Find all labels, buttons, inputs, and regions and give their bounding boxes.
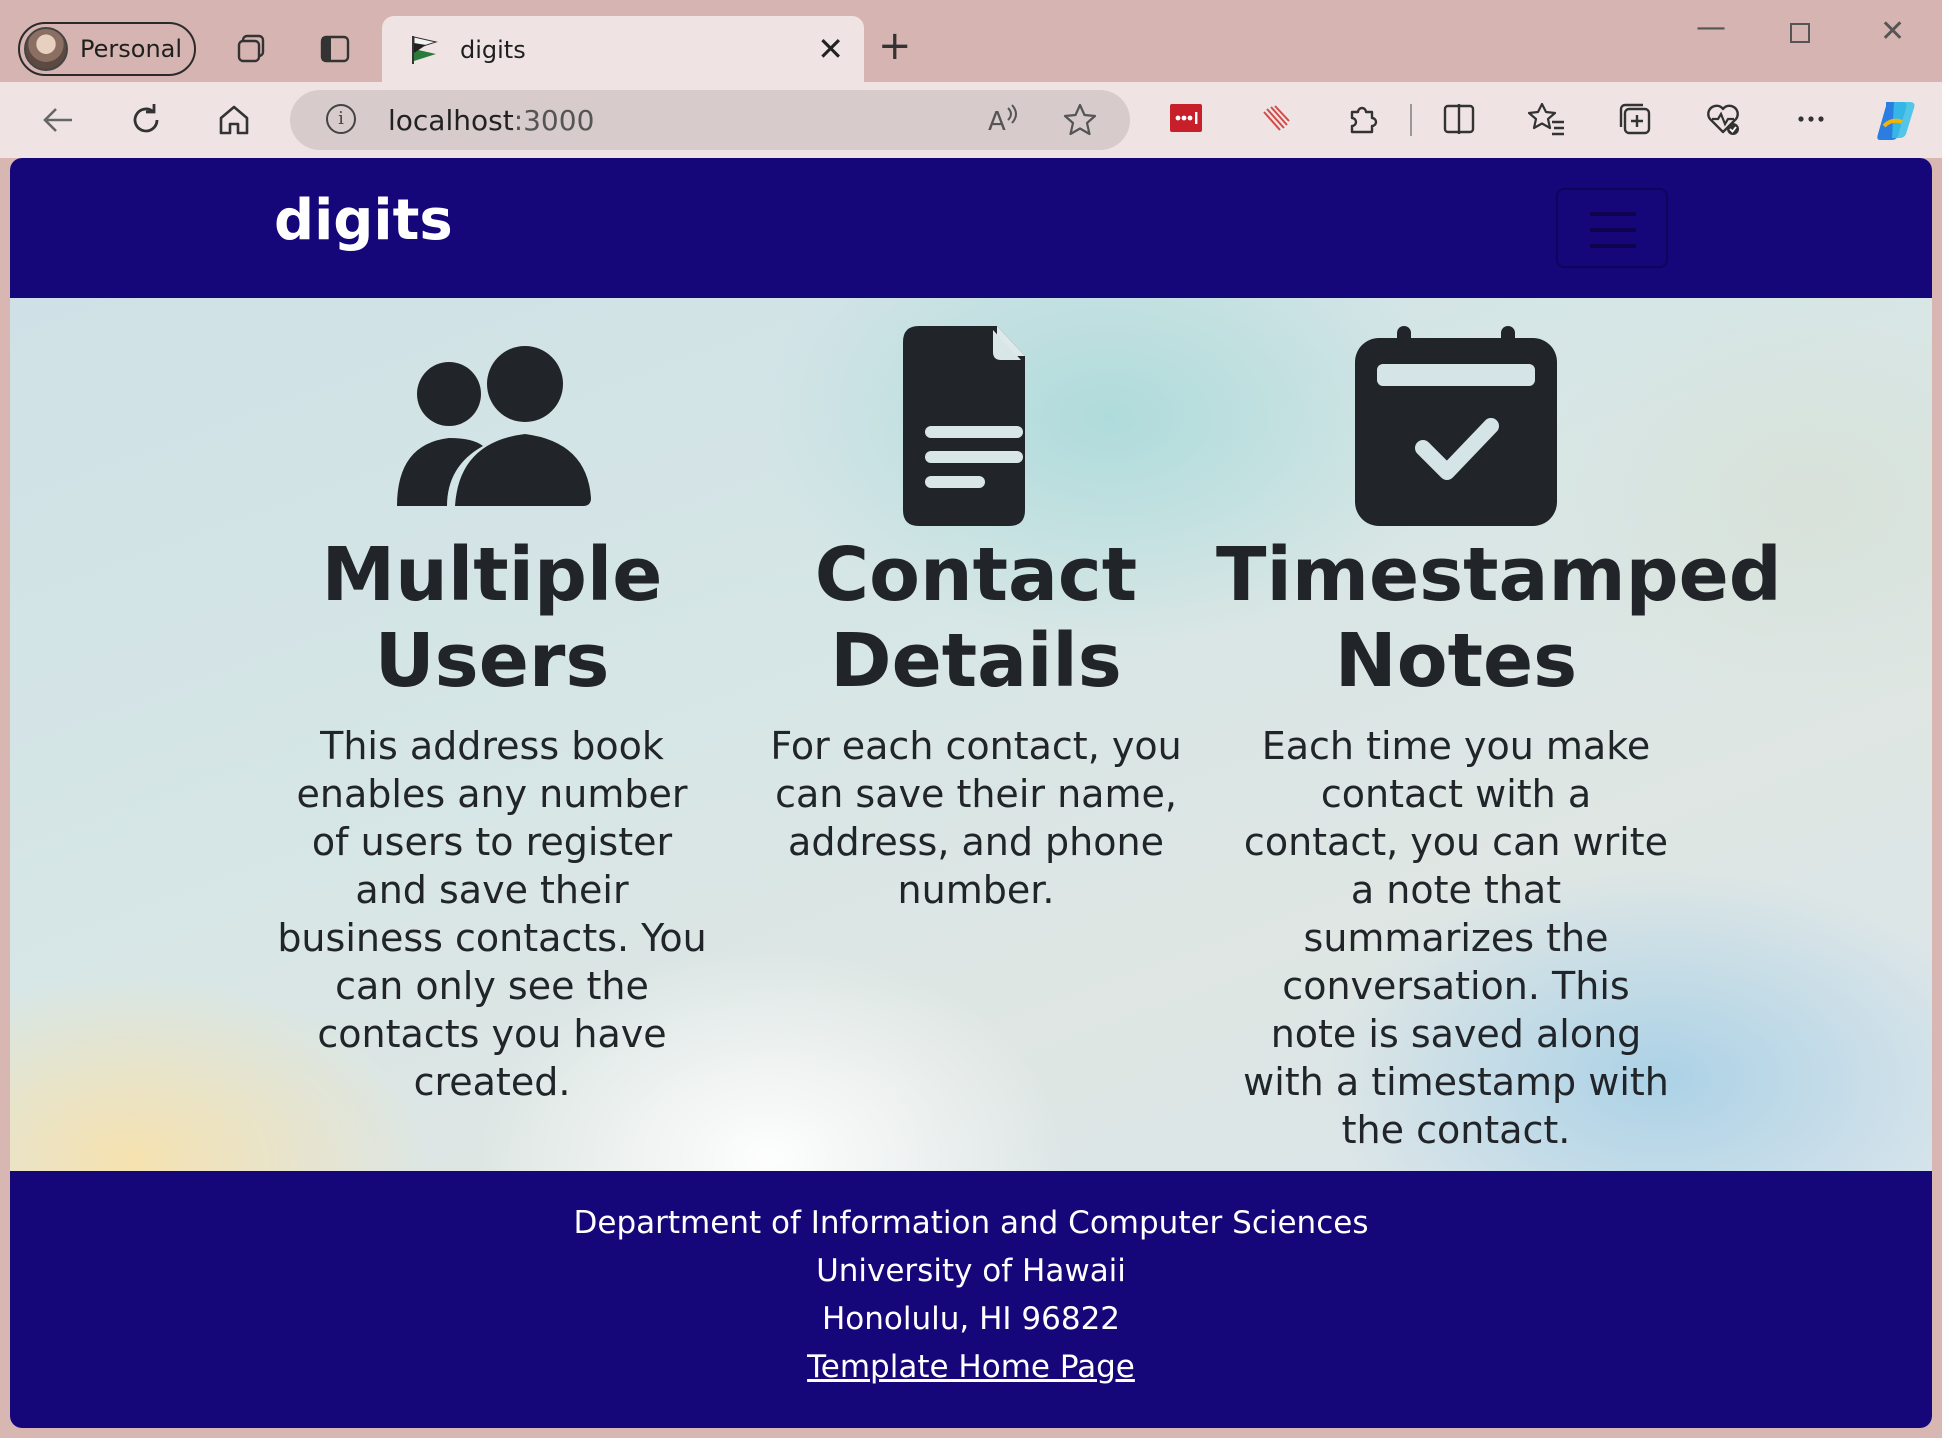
feature-description: This address book enables any number of … [277,724,707,1104]
users-icon [397,346,591,506]
feature-contact-details: Contact Details For each contact, you can… [736,326,1216,914]
file-text-icon [903,326,1025,526]
toolbar-divider [1410,104,1412,136]
hamburger-line [1590,244,1636,248]
split-screen-icon[interactable] [1440,100,1478,147]
navbar: digits [10,158,1932,298]
flag-favicon-icon [412,36,438,64]
home-icon[interactable] [214,100,254,149]
landing-hero: Multiple Users This address book enables … [10,298,1932,1171]
feature-title-line: Timestamped [1216,532,1782,618]
window-close-icon[interactable]: ✕ [1880,14,1905,49]
brand-link[interactable]: digits [274,188,453,253]
hamburger-line [1590,212,1636,216]
template-home-link[interactable]: Template Home Page [807,1349,1135,1385]
url-host: localhost [388,104,514,137]
hamburger-line [1590,228,1636,232]
profile-button[interactable]: Personal [18,22,196,76]
feature-title-line: Multiple [321,532,663,618]
maximize-icon[interactable] [1788,18,1812,53]
new-tab-icon[interactable]: + [878,26,912,66]
navbar-toggler-button[interactable] [1556,188,1668,268]
footer-department: Department of Information and Computer S… [573,1205,1369,1241]
copilot-icon[interactable] [1872,96,1920,153]
footer-address: Honolulu, HI 96822 [821,1301,1121,1337]
collections-icon[interactable] [1616,100,1654,147]
feature-description: Each time you make contact with a contac… [1243,724,1669,1152]
browser-essentials-icon[interactable] [1704,100,1742,147]
footer-university: University of Hawaii [816,1253,1126,1289]
more-icon[interactable] [1792,100,1830,147]
profile-label: Personal [80,35,183,63]
lastpass-icon[interactable] [1168,100,1204,145]
feature-title: Timestamped Notes [1216,532,1782,704]
favorites-icon[interactable] [1527,100,1566,147]
minimize-icon[interactable]: — [1696,10,1726,45]
feature-title: Contact Details [736,532,1216,704]
back-icon[interactable] [38,100,78,149]
favorite-star-icon[interactable] [1062,102,1098,146]
browser-toolbar: i localhost:3000 A [0,82,1942,158]
feature-title-line: Contact [814,532,1138,618]
url-port: :3000 [513,104,595,137]
svg-text:A: A [988,107,1006,137]
workspaces-icon[interactable] [234,32,268,66]
feature-title-line: Details [830,618,1122,704]
refresh-icon[interactable] [126,100,166,149]
read-aloud-icon[interactable]: A [986,102,1022,146]
feature-timestamped-notes: Timestamped Notes Each time you make cont… [1216,326,1782,1154]
url-text[interactable]: localhost:3000 [388,104,594,137]
info-icon[interactable]: i [326,104,356,134]
extension-icon[interactable] [1258,100,1294,145]
feature-title-line: Users [374,618,610,704]
tab-title: digits [460,36,526,64]
feature-multiple-users: Multiple Users This address book enables … [252,326,732,1106]
web-page: digits Multiple Users This address book e… [10,158,1932,1428]
tab-actions-icon[interactable] [318,32,352,66]
feature-description: For each contact, you can save their nam… [770,724,1182,912]
feature-title-line: Notes [1334,618,1578,704]
tab-digits[interactable]: digits ✕ [382,16,864,84]
feature-title: Multiple Users [252,532,732,704]
puzzle-icon[interactable] [1344,100,1382,147]
footer: Department of Information and Computer S… [10,1171,1932,1428]
browser-titlebar: Personal digits ✕ + — ✕ [0,0,1942,84]
calendar-check-icon [1355,326,1557,526]
close-icon[interactable]: ✕ [817,32,844,66]
avatar [24,27,68,71]
address-bar[interactable]: i localhost:3000 A [290,90,1130,150]
